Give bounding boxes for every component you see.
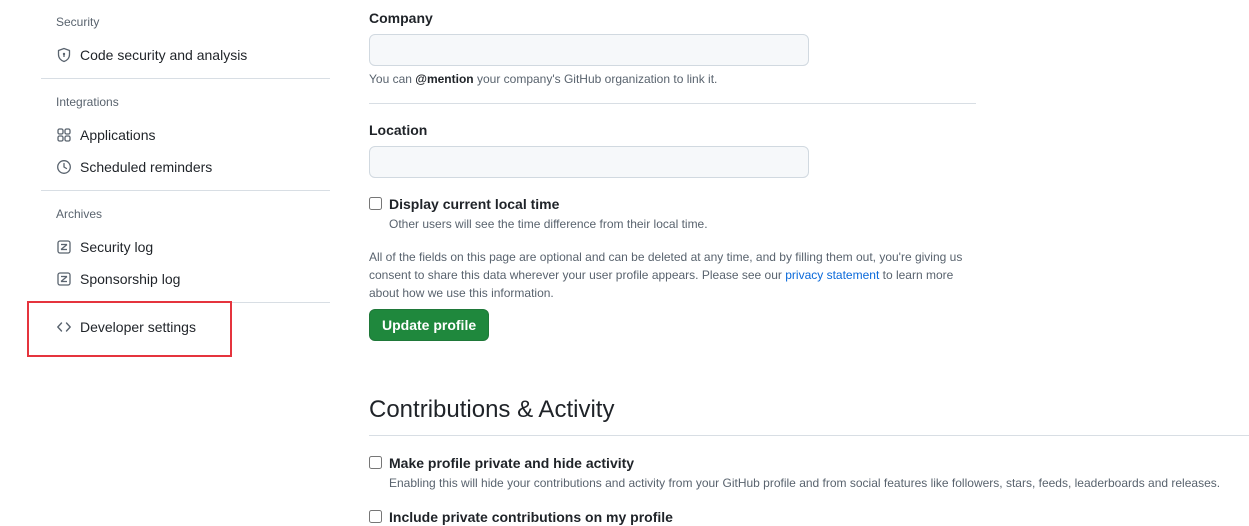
privacy-statement-link[interactable]: privacy statement: [785, 268, 879, 282]
contributions-section-title: Contributions & Activity: [369, 396, 615, 423]
company-note-mention: @mention: [415, 72, 474, 86]
highlight-annotation-box: [27, 301, 232, 357]
section-divider: [369, 103, 976, 104]
sidebar-item-label: Code security and analysis: [80, 47, 248, 63]
location-label: Location: [369, 122, 428, 138]
sidebar-divider: [41, 190, 330, 191]
private-profile-note: Enabling this will hide your contributio…: [389, 476, 1221, 490]
update-profile-button[interactable]: Update profile: [369, 309, 490, 341]
company-input[interactable]: [369, 34, 809, 66]
sidebar-item-label: Sponsorship log: [80, 271, 181, 287]
shield-lock-icon: [56, 47, 72, 63]
sidebar-heading-archives: Archives: [56, 207, 103, 221]
local-time-label[interactable]: Display current local time: [389, 196, 559, 212]
company-note-suffix: your company's GitHub organization to li…: [473, 72, 718, 86]
sidebar-item-label: Security log: [80, 239, 154, 255]
include-private-contributions-checkbox[interactable]: [369, 510, 382, 523]
apps-icon: [56, 127, 72, 143]
private-profile-checkbox[interactable]: [369, 456, 382, 469]
sidebar-item-code-security[interactable]: Code security and analysis: [41, 41, 330, 69]
company-note-prefix: You can: [369, 72, 416, 86]
sidebar-item-scheduled-reminders[interactable]: Scheduled reminders: [41, 153, 330, 181]
sidebar-heading-security: Security: [56, 15, 100, 29]
sidebar-heading-integrations: Integrations: [56, 95, 119, 109]
local-time-note: Other users will see the time difference…: [389, 217, 708, 231]
sidebar-item-label: Scheduled reminders: [80, 159, 213, 175]
section-title-divider: [369, 435, 1249, 436]
include-private-contributions-label[interactable]: Include private contributions on my prof…: [389, 509, 673, 525]
local-time-checkbox[interactable]: [369, 197, 382, 210]
sidebar-divider: [41, 78, 330, 79]
company-label: Company: [369, 10, 433, 26]
log-icon: [56, 239, 72, 255]
sidebar-item-label: Applications: [80, 127, 156, 143]
clock-icon: [56, 159, 72, 175]
privacy-disclaimer: All of the fields on this page are optio…: [369, 248, 979, 302]
sidebar-item-sponsorship-log[interactable]: Sponsorship log: [41, 265, 330, 293]
private-profile-label[interactable]: Make profile private and hide activity: [389, 455, 634, 471]
sidebar-item-security-log[interactable]: Security log: [41, 233, 330, 261]
log-icon: [56, 271, 72, 287]
sidebar-item-applications[interactable]: Applications: [41, 121, 330, 149]
location-input[interactable]: [369, 146, 809, 178]
company-note: You can @mention your company's GitHub o…: [369, 72, 717, 86]
